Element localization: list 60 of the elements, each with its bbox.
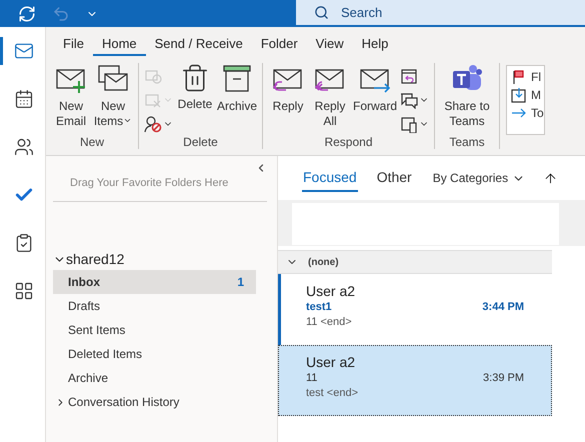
folder-name: Deleted Items <box>68 347 142 361</box>
message-time: 3:44 PM <box>482 301 524 313</box>
group-header[interactable]: (none) <box>278 250 552 274</box>
ribbon-button[interactable]: Delete <box>175 63 215 133</box>
folder-item[interactable]: Conversation History <box>53 390 256 414</box>
folder-item[interactable]: Drafts <box>53 294 256 318</box>
sync-icon[interactable] <box>18 4 36 22</box>
group-label: Respond <box>323 134 374 149</box>
folder-name: Inbox <box>68 275 100 289</box>
search-placeholder: Search <box>341 5 382 20</box>
account-name[interactable]: shared12 <box>66 251 124 267</box>
ribbon-button[interactable]: Reply All <box>310 63 350 133</box>
ribbon-button[interactable]: New Email <box>51 63 91 133</box>
quick-step[interactable]: To <box>531 106 544 120</box>
message-subject: 11 <box>306 372 318 384</box>
quick-step[interactable]: M <box>531 88 541 102</box>
ribbon-tab[interactable]: Help <box>352 32 398 56</box>
message-preview: 11 <end> <box>306 316 353 328</box>
calendar-phone-icon <box>400 115 418 133</box>
unread-count: 1 <box>237 275 244 289</box>
message-time: 3:39 PM <box>483 372 524 384</box>
group-label: Teams <box>448 134 486 149</box>
group-label: New <box>78 134 105 149</box>
folder-item[interactable]: Inbox 1 <box>53 270 256 294</box>
message-sender: User a2 <box>306 283 356 299</box>
sort-dropdown[interactable]: By Categories <box>432 171 508 185</box>
ribbon-tab[interactable]: Home <box>92 32 146 56</box>
ribbon-button[interactable]: Forward <box>352 63 398 133</box>
inbox-tab[interactable]: Other <box>376 164 413 192</box>
calendar-reply-icon <box>400 67 418 85</box>
trash-icon <box>180 63 210 93</box>
dropdown-caret-icon <box>123 116 132 125</box>
folder-item[interactable]: Deleted Items <box>53 342 256 366</box>
message-sender: User a2 <box>306 354 356 370</box>
ribbon-button[interactable]: Reply <box>268 63 308 133</box>
inbox-tab[interactable]: Focused <box>302 164 358 192</box>
ribbon-tab[interactable]: Folder <box>252 32 307 56</box>
folder-item[interactable]: Sent Items <box>53 318 256 342</box>
chat-bubbles-icon <box>400 91 418 109</box>
search-icon <box>314 5 329 20</box>
folder-move-icon <box>511 87 527 103</box>
folder-name: Sent Items <box>68 323 126 337</box>
blocked-person-icon <box>144 115 162 133</box>
ribbon-tab[interactable]: Send / Receive <box>146 32 252 56</box>
folder-name: Archive <box>68 371 108 385</box>
ribbon-button[interactable]: Share to Teams <box>440 63 494 133</box>
message-item[interactable]: User a2 11 3:39 PM test <end> <box>278 345 552 416</box>
folder-item[interactable]: Archive <box>53 366 256 390</box>
search-field[interactable]: Search <box>296 0 585 25</box>
folder-name: Conversation History <box>68 395 180 409</box>
ribbon-button[interactable]: New Items <box>93 63 133 133</box>
quick-step[interactable]: Fl <box>531 70 541 84</box>
message-preview: test <end> <box>306 387 359 399</box>
favorites-hint: Drag Your Favorite Folders Here <box>53 174 267 202</box>
group-label: Delete <box>182 134 219 149</box>
ribbon-tab[interactable]: File <box>54 32 93 56</box>
ribbon-tab[interactable]: View <box>306 32 353 56</box>
message-subject: test1 <box>306 301 332 313</box>
folder-name: Drafts <box>68 299 100 313</box>
ribbon-button[interactable]: Archive <box>217 63 257 133</box>
